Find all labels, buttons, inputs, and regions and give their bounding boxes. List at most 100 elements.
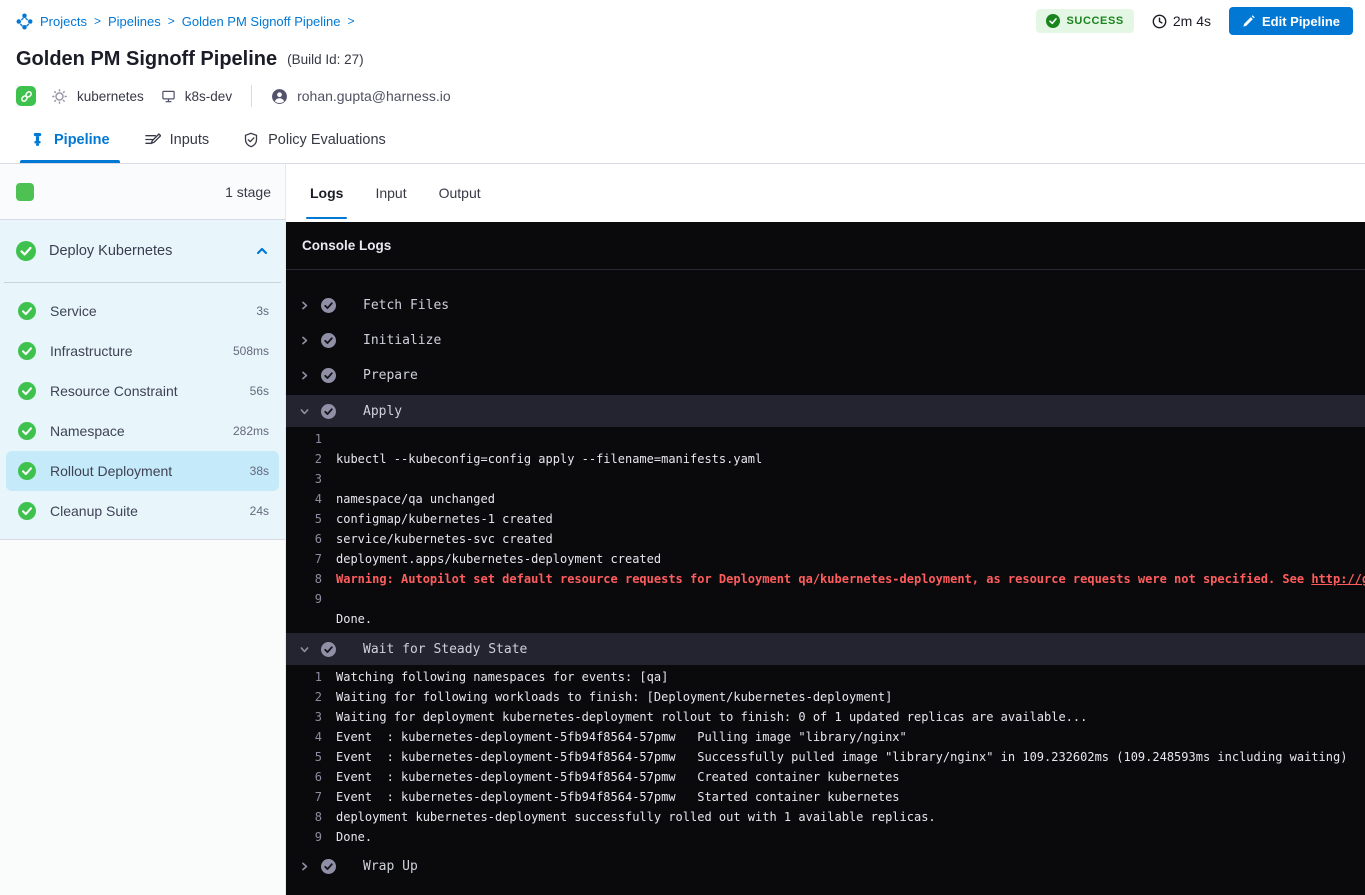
log-line-number: 7 bbox=[286, 552, 322, 566]
log-section-header[interactable]: Prepare bbox=[286, 360, 1365, 390]
triggered-by-email: rohan.gupta@harness.io bbox=[297, 88, 451, 104]
log-warning-link[interactable]: http://g bbox=[1311, 572, 1365, 586]
breadcrumb-pipelines[interactable]: Pipelines bbox=[108, 14, 161, 29]
log-line: 1Watching following namespaces for event… bbox=[286, 667, 1365, 687]
top-header-row: Projects > Pipelines > Golden PM Signoff… bbox=[0, 0, 1365, 42]
log-section-header[interactable]: Apply bbox=[286, 395, 1365, 427]
console-logs-title: Console Logs bbox=[302, 238, 391, 253]
tab-pipeline[interactable]: Pipeline bbox=[30, 116, 110, 163]
tab-output[interactable]: Output bbox=[439, 164, 481, 222]
log-step-success-icon bbox=[321, 333, 336, 348]
edit-pipeline-button[interactable]: Edit Pipeline bbox=[1229, 7, 1353, 35]
step-name-label: Resource Constraint bbox=[50, 383, 236, 399]
breadcrumb-projects[interactable]: Projects bbox=[40, 14, 87, 29]
infra-gear-icon bbox=[51, 88, 68, 105]
log-line-number: 6 bbox=[286, 532, 322, 546]
log-line-number: 4 bbox=[286, 730, 322, 744]
log-line: 6Event : kubernetes-deployment-5fb94f856… bbox=[286, 767, 1365, 787]
step-duration-label: 282ms bbox=[233, 424, 269, 438]
log-lines: 1Watching following namespaces for event… bbox=[286, 665, 1365, 851]
clock-icon bbox=[1152, 14, 1167, 29]
chevron-up-icon[interactable] bbox=[255, 244, 269, 258]
step-name-label: Service bbox=[50, 303, 242, 319]
log-line-text: Watching following namespaces for events… bbox=[336, 670, 668, 684]
log-line: 4namespace/qa unchanged bbox=[286, 489, 1365, 509]
harness-pipeline-execution-page: Projects > Pipelines > Golden PM Signoff… bbox=[0, 0, 1365, 895]
stage-name-label: Deploy Kubernetes bbox=[49, 243, 242, 259]
log-line-text: deployment.apps/kubernetes-deployment cr… bbox=[336, 552, 661, 566]
log-line: 2kubectl --kubeconfig=config apply --fil… bbox=[286, 449, 1365, 469]
main-content: 1 stage Deploy Kubernetes Service3sInfra… bbox=[0, 164, 1365, 895]
delegate-label: k8s-dev bbox=[185, 89, 232, 104]
log-step-success-icon bbox=[321, 404, 336, 419]
log-section-name: Apply bbox=[363, 404, 402, 419]
pencil-icon bbox=[1242, 15, 1255, 28]
log-section-header[interactable]: Initialize bbox=[286, 325, 1365, 355]
log-line: 9 bbox=[286, 589, 1365, 609]
delegate-icon bbox=[161, 89, 176, 104]
log-line: 2Waiting for following workloads to fini… bbox=[286, 687, 1365, 707]
log-step-success-icon bbox=[321, 368, 336, 383]
log-line: 1 bbox=[286, 429, 1365, 449]
console-log-body: Fetch Files Initialize Prepare Apply 12kubec… bbox=[286, 270, 1365, 895]
step-row[interactable]: Service3s bbox=[6, 291, 279, 331]
tab-logs[interactable]: Logs bbox=[310, 164, 343, 222]
execution-duration: 2m 4s bbox=[1152, 13, 1211, 29]
log-section-header[interactable]: Wrap Up bbox=[286, 851, 1365, 881]
shield-check-icon bbox=[243, 132, 259, 148]
step-success-icon bbox=[18, 342, 36, 360]
step-success-icon bbox=[18, 422, 36, 440]
log-line: 6service/kubernetes-svc created bbox=[286, 529, 1365, 549]
log-line-number: 5 bbox=[286, 512, 322, 526]
step-success-icon bbox=[18, 462, 36, 480]
log-line-text: Event : kubernetes-deployment-5fb94f8564… bbox=[336, 730, 907, 744]
breadcrumb-pipeline-name[interactable]: Golden PM Signoff Pipeline bbox=[182, 14, 341, 29]
step-list: Service3sInfrastructure508msResource Con… bbox=[0, 283, 285, 531]
log-line-number: 9 bbox=[286, 830, 322, 844]
log-line-number: 2 bbox=[286, 690, 322, 704]
log-line-text: Done. bbox=[336, 830, 372, 844]
breadcrumb-separator: > bbox=[168, 14, 175, 28]
step-success-icon bbox=[18, 382, 36, 400]
log-section-name: Fetch Files bbox=[363, 298, 449, 313]
log-section-name: Wait for Steady State bbox=[363, 642, 527, 657]
stage-row-deploy-kubernetes[interactable]: Deploy Kubernetes bbox=[0, 220, 285, 282]
console-panel: Console Logs Fetch Files Initialize Prepar… bbox=[286, 222, 1365, 895]
step-row[interactable]: Rollout Deployment38s bbox=[6, 451, 279, 491]
log-line: 3Waiting for deployment kubernetes-deplo… bbox=[286, 707, 1365, 727]
stage-success-icon bbox=[16, 241, 36, 261]
tab-inputs[interactable]: Inputs bbox=[144, 116, 210, 163]
log-line-text: Done. bbox=[336, 612, 372, 626]
step-row[interactable]: Infrastructure508ms bbox=[6, 331, 279, 371]
step-row[interactable]: Resource Constraint56s bbox=[6, 371, 279, 411]
log-line: 5configmap/kubernetes-1 created bbox=[286, 509, 1365, 529]
infra-type-label: kubernetes bbox=[77, 89, 144, 104]
step-name-label: Namespace bbox=[50, 423, 219, 439]
log-line-number: 6 bbox=[286, 770, 322, 784]
log-section-name: Prepare bbox=[363, 368, 418, 383]
log-line: 4 Event : kubernetes-deployment-5fb94f856… bbox=[286, 727, 1365, 747]
stage-group: Deploy Kubernetes Service3sInfrastructur… bbox=[0, 220, 285, 540]
step-details-tabs: Logs Input Output bbox=[286, 164, 1365, 222]
log-line: 9 Done. bbox=[286, 827, 1365, 847]
tab-policy-evaluations[interactable]: Policy Evaluations bbox=[243, 116, 386, 163]
console-logs-header: Console Logs bbox=[286, 222, 1365, 270]
log-section-header[interactable]: Wait for Steady State bbox=[286, 633, 1365, 665]
tab-input[interactable]: Input bbox=[375, 164, 406, 222]
log-line-number: 4 bbox=[286, 492, 322, 506]
log-line-text: deployment kubernetes-deployment success… bbox=[336, 810, 936, 824]
step-row[interactable]: Namespace 282ms bbox=[6, 411, 279, 451]
log-step-success-icon bbox=[321, 642, 336, 657]
main-tabbar: Pipeline Inputs Policy Evaluations bbox=[0, 116, 1365, 164]
log-line: 5Event : kubernetes-deployment-5fb94f856… bbox=[286, 747, 1365, 767]
log-section-name: Wrap Up bbox=[363, 859, 418, 874]
step-row[interactable]: Cleanup Suite24s bbox=[6, 491, 279, 531]
log-section-header[interactable]: Fetch Files bbox=[286, 290, 1365, 320]
header-status-area: SUCCESS 2m 4s Edit Pipeline bbox=[1036, 7, 1353, 35]
log-line: Done. bbox=[286, 609, 1365, 629]
breadcrumb: Projects > Pipelines > Golden PM Signoff… bbox=[16, 13, 355, 30]
stage-panel-header: 1 stage bbox=[0, 164, 285, 220]
log-line: 8Warning: Autopilot set default resource… bbox=[286, 569, 1365, 589]
chevron-right-icon bbox=[299, 370, 310, 381]
step-duration-label: 38s bbox=[250, 464, 269, 478]
